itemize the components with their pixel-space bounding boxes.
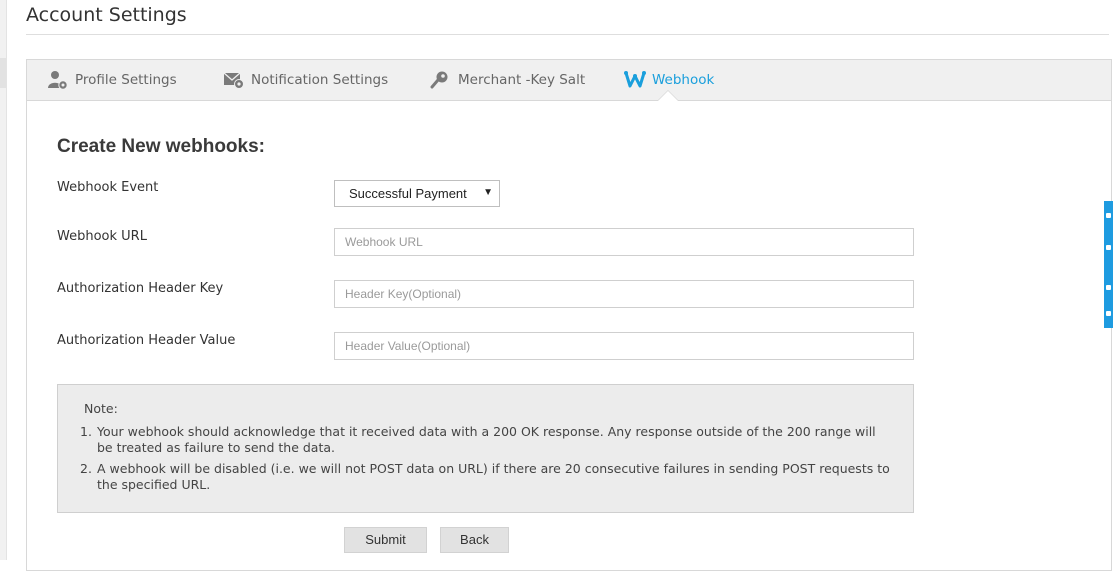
- settings-panel: Profile Settings Notification Settings M…: [26, 59, 1112, 571]
- envelope-gear-icon: [223, 70, 245, 90]
- webhook-icon: [624, 70, 646, 90]
- header-key-input[interactable]: [334, 280, 914, 308]
- widget-glyph: [1106, 285, 1111, 290]
- tab-merchant-key-salt[interactable]: Merchant -Key Salt: [430, 60, 585, 100]
- back-button[interactable]: Back: [440, 527, 509, 553]
- widget-glyph: [1106, 311, 1111, 316]
- submit-button[interactable]: Submit: [344, 527, 427, 553]
- header-value-input[interactable]: [334, 332, 914, 360]
- note-title: Note:: [84, 401, 118, 416]
- user-gear-icon: [47, 70, 69, 90]
- left-edge-notch: [0, 58, 6, 88]
- tab-notification-settings[interactable]: Notification Settings: [223, 60, 388, 100]
- tab-label: Notification Settings: [251, 72, 389, 88]
- page-title: Account Settings: [26, 4, 187, 26]
- title-divider: [26, 34, 1109, 35]
- webhook-event-label: Webhook Event: [57, 180, 159, 195]
- select-value: Successful Payment: [349, 186, 467, 201]
- note-number: 2.: [80, 461, 92, 476]
- tab-label: Merchant -Key Salt: [458, 72, 586, 88]
- header-key-label: Authorization Header Key: [57, 281, 224, 296]
- tab-profile-settings[interactable]: Profile Settings: [47, 60, 177, 100]
- widget-glyph: [1106, 245, 1111, 250]
- tab-label: Webhook: [652, 72, 715, 88]
- tab-label: Profile Settings: [75, 72, 177, 88]
- section-heading: Create New webhooks:: [57, 136, 265, 157]
- webhook-url-label: Webhook URL: [57, 229, 147, 244]
- note-item: 1. Your webhook should acknowledge that …: [78, 424, 893, 456]
- active-tab-pointer: [658, 91, 678, 101]
- tab-bar: Profile Settings Notification Settings M…: [27, 60, 1111, 101]
- note-item: 2. A webhook will be disabled (i.e. we w…: [78, 461, 893, 493]
- note-number: 1.: [80, 424, 92, 439]
- note-text: A webhook will be disabled (i.e. we will…: [97, 461, 890, 492]
- webhook-url-input[interactable]: [334, 228, 914, 256]
- caret-down-icon: ▼: [483, 187, 493, 198]
- header-value-label: Authorization Header Value: [57, 333, 236, 348]
- note-text: Your webhook should acknowledge that it …: [97, 424, 876, 455]
- side-feedback-widget[interactable]: [1104, 201, 1113, 328]
- webhook-event-select[interactable]: Successful Payment ▼: [334, 180, 500, 207]
- note-list: 1. Your webhook should acknowledge that …: [78, 424, 893, 498]
- note-box: Note: 1. Your webhook should acknowledge…: [57, 384, 914, 513]
- left-edge-strip: [0, 0, 7, 560]
- key-icon: [430, 70, 452, 90]
- widget-glyph: [1106, 213, 1111, 218]
